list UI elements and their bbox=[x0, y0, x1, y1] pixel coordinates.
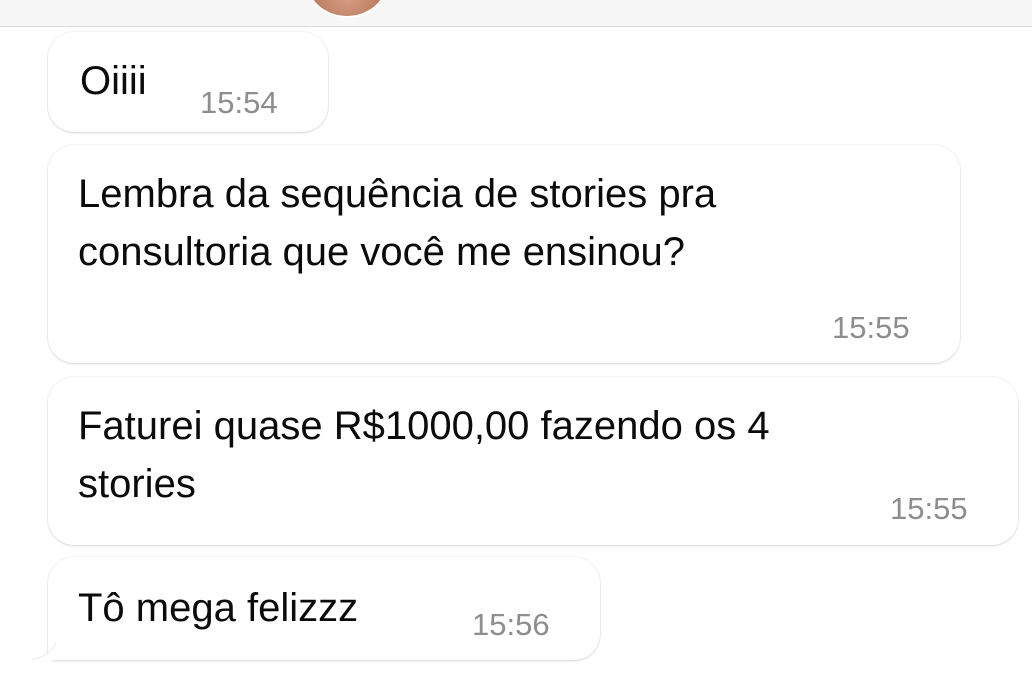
message-timestamp: 15:56 bbox=[472, 607, 550, 642]
message-text: Faturei quase R$1000,00 fazendo os 4 sto… bbox=[78, 397, 770, 513]
message-text: Tô mega felizzz bbox=[78, 579, 358, 637]
message-list[interactable]: Oiiii 15:54 Lembra da sequência de stori… bbox=[0, 27, 1032, 680]
message-timestamp: 15:55 bbox=[890, 491, 968, 526]
message-text-line: stories bbox=[78, 462, 196, 506]
message-text-line: Lembra da sequência de stories pra bbox=[78, 172, 717, 216]
message-bubble[interactable]: Tô mega felizzz 15:56 bbox=[48, 557, 600, 660]
message-text-line: consultoria que você me ensinou? bbox=[78, 230, 686, 274]
message-timestamp: 15:55 bbox=[832, 310, 910, 345]
message-text: Lembra da sequência de stories pra consu… bbox=[78, 165, 716, 281]
contact-avatar[interactable] bbox=[305, 0, 389, 18]
message-text-line: Faturei quase R$1000,00 fazendo os 4 bbox=[78, 404, 770, 448]
chat-header bbox=[0, 0, 1032, 27]
message-text: Oiiii bbox=[80, 52, 147, 110]
message-text-line: Oiiii bbox=[80, 59, 147, 103]
message-bubble[interactable]: Oiiii 15:54 bbox=[48, 32, 328, 132]
message-bubble[interactable]: Lembra da sequência de stories pra consu… bbox=[48, 145, 960, 363]
message-bubble[interactable]: Faturei quase R$1000,00 fazendo os 4 sto… bbox=[48, 377, 1018, 545]
message-timestamp: 15:54 bbox=[200, 85, 278, 120]
message-text-line: Tô mega felizzz bbox=[78, 586, 359, 630]
bubble-tail-icon bbox=[31, 642, 70, 661]
